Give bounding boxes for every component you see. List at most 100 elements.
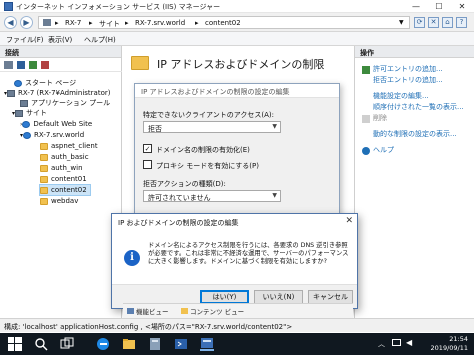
file-explorer-icon[interactable]	[122, 337, 136, 351]
tree-item-webdav[interactable]: webdav	[40, 196, 78, 206]
close-icon[interactable]: ✕	[345, 216, 353, 226]
tree-item-auth-basic[interactable]: auth_basic	[40, 152, 89, 162]
menu-view[interactable]: 表示(V)	[48, 35, 72, 45]
tree-item-content01[interactable]: content01	[40, 174, 87, 184]
stop-icon[interactable]: ✕	[428, 17, 439, 28]
edge-icon[interactable]	[96, 337, 110, 351]
add-icon	[362, 66, 370, 74]
action-add-deny[interactable]: 拒否エントリの追加...	[373, 75, 443, 86]
features-view-icon	[127, 308, 134, 314]
globe-icon	[22, 120, 31, 128]
tree-item-aspnet-client[interactable]: aspnet_client	[40, 141, 98, 151]
breadcrumb-item-content02[interactable]: content02	[205, 19, 241, 27]
folder-icon	[131, 56, 149, 70]
enable-domain-checkbox[interactable]: ✓	[143, 144, 152, 153]
no-button[interactable]: いいえ(N)	[254, 290, 303, 304]
start-page-icon	[14, 79, 22, 87]
new-connection-icon[interactable]	[4, 61, 13, 69]
confirm-dialog-title: IP およびドメインの制限の設定の編集	[112, 214, 357, 230]
breadcrumb-item-sites[interactable]: サイト	[99, 19, 120, 29]
breadcrumb-item-site[interactable]: RX-7.srv.world	[135, 19, 185, 27]
folder-icon	[40, 153, 48, 161]
breadcrumb-dropdown-icon[interactable]: ▼	[399, 19, 404, 26]
actions-header: 操作	[355, 46, 474, 58]
clock-date: 2019/09/11	[430, 344, 468, 352]
breadcrumb-separator-icon: ▸	[89, 19, 93, 27]
tab-features-view[interactable]: 機能ビュー	[127, 306, 169, 316]
delete-icon	[362, 115, 370, 123]
network-icon[interactable]	[392, 339, 401, 346]
menu-help[interactable]: ヘルプ(H)	[84, 35, 116, 45]
page-title: IP アドレスおよびドメインの制限	[157, 58, 325, 71]
home-icon[interactable]: ⌂	[442, 17, 453, 28]
server-manager-icon[interactable]	[148, 337, 162, 351]
chevron-down-icon: ▼	[272, 123, 277, 130]
forward-button[interactable]: ▶	[20, 16, 33, 29]
view-tabs: 機能ビュー コンテンツ ビュー	[123, 303, 353, 318]
unspecified-access-select[interactable]: 拒否 ▼	[143, 121, 281, 133]
tab-content-view[interactable]: コンテンツ ビュー	[181, 306, 244, 316]
menu-file[interactable]: ファイル(F)	[6, 35, 44, 45]
cancel-button[interactable]: キャンセル	[308, 290, 353, 304]
breadcrumb-root-icon	[43, 19, 51, 26]
tree-item-start-page[interactable]: スタート ページ	[14, 78, 76, 88]
enable-proxy-label: プロキシ モードを有効にする(P)	[156, 162, 259, 170]
windows-start-icon[interactable]	[8, 337, 22, 351]
deny-action-select[interactable]: 許可されていません ▼	[143, 190, 281, 202]
action-view-ordered-list[interactable]: 順序付けされた一覧の表示...	[373, 102, 464, 113]
connections-header: 接続	[0, 46, 121, 58]
back-button[interactable]: ◀	[4, 16, 17, 29]
tree-item-default-web-site[interactable]: › Default Web Site	[20, 119, 92, 129]
connections-toolbar	[0, 58, 122, 72]
help-icon[interactable]: ?	[456, 17, 467, 28]
enable-proxy-checkbox[interactable]	[143, 160, 152, 169]
connections-pane: 接続 スタート ページ ▾ RX-7 (RX-7¥Administrator) ア…	[0, 46, 122, 318]
chevron-down-icon: ▼	[272, 192, 277, 199]
action-dynamic-restrictions[interactable]: 動的な制限の設定の表示...	[373, 129, 457, 140]
confirm-dialog: IP およびドメインの制限の設定の編集 ✕ i ドメイン名によるアクセス制限を行…	[111, 213, 358, 309]
confirm-message: ドメイン名によるアクセス制限を行うには、各要求の DNS 逆引き参照が必要です。…	[148, 242, 349, 266]
tree-item-sites[interactable]: ▾ サイト	[12, 108, 47, 118]
tree-item-app-pools[interactable]: アプリケーション プール	[20, 98, 110, 108]
unspecified-access-label: 特定できないクライアントのアクセス(A):	[143, 111, 274, 119]
up-icon[interactable]	[29, 61, 37, 69]
task-view-icon[interactable]	[60, 337, 74, 351]
breadcrumb-separator-icon: ▸	[195, 19, 199, 27]
folder-icon	[40, 186, 48, 194]
folder-icon	[40, 175, 48, 183]
maximize-button[interactable]: ☐	[428, 0, 450, 13]
breadcrumb-item-server[interactable]: RX-7	[65, 19, 81, 27]
action-edit-feature-settings[interactable]: 機能設定の編集...	[373, 91, 429, 102]
tree-item-server[interactable]: ▾ RX-7 (RX-7¥Administrator)	[4, 88, 110, 98]
tree-item-content02[interactable]: content02	[39, 184, 91, 196]
minimize-button[interactable]: —	[405, 0, 427, 13]
breadcrumb[interactable]: ▸ RX-7 ▸ サイト ▸ RX-7.srv.world ▸ content0…	[38, 16, 410, 29]
powershell-icon[interactable]	[174, 337, 188, 351]
action-help[interactable]: ヘルプ	[373, 145, 394, 156]
save-icon[interactable]	[17, 61, 25, 69]
action-add-allow[interactable]: 許可エントリの追加...	[373, 64, 443, 75]
globe-icon	[23, 131, 32, 139]
search-icon[interactable]	[34, 337, 48, 351]
status-bar: 構成: 'localhost' applicationHost.config ,…	[0, 318, 474, 332]
close-window-button[interactable]: ✕	[451, 0, 473, 13]
clock-time: 21:54	[449, 335, 468, 343]
yes-button[interactable]: はい(Y)	[200, 290, 249, 304]
info-icon: i	[124, 250, 140, 266]
tree-item-auth-win[interactable]: auth_win	[40, 163, 83, 173]
disconnect-icon[interactable]	[41, 61, 49, 69]
enable-domain-label: ドメイン名の制限の有効化(E)	[156, 146, 250, 154]
tray-chevron-icon[interactable]: ︿	[378, 339, 385, 349]
taskbar-clock[interactable]: 21:54 2019/09/11	[431, 335, 468, 353]
volume-icon[interactable]: ◀	[406, 338, 412, 347]
tree-item-rx7-site[interactable]: ▾ RX-7.srv.world	[20, 130, 84, 140]
iis-manager-taskbar-icon[interactable]	[200, 337, 214, 351]
deny-action-label: 拒否アクションの種類(D):	[143, 180, 226, 188]
folder-icon	[40, 197, 48, 205]
action-delete: 削除	[373, 114, 387, 122]
actions-pane: 操作 許可エントリの追加... 拒否エントリの追加... 機能設定の編集... …	[354, 46, 474, 318]
folder-icon	[40, 164, 48, 172]
breadcrumb-separator-icon: ▸	[125, 19, 129, 27]
refresh-icon[interactable]: ⟳	[414, 17, 425, 28]
content-view-icon	[181, 308, 188, 314]
